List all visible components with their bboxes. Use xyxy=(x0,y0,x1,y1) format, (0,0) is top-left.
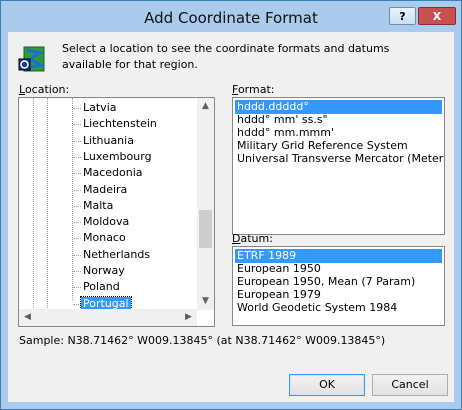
location-hscroll[interactable]: ◀ ▶ xyxy=(19,309,197,326)
scroll-right-arrow-icon[interactable]: ▶ xyxy=(180,309,197,326)
location-item[interactable]: Norway xyxy=(81,264,127,278)
location-item[interactable]: Netherlands xyxy=(81,248,152,262)
location-item[interactable]: Latvia xyxy=(81,101,119,115)
format-list[interactable]: hddd.ddddd° hddd° mm' ss.s" hddd° mm.mmm' M… xyxy=(232,97,445,235)
location-item[interactable]: Moldova xyxy=(81,215,131,229)
scroll-up-arrow-icon[interactable]: ▲ xyxy=(197,98,214,115)
close-button[interactable]: X xyxy=(418,7,456,25)
datum-label: Datum: xyxy=(232,232,273,245)
sample-text: Sample: N38.71462° W009.13845° (at N38.7… xyxy=(19,334,386,347)
datum-item[interactable]: European 1950, Mean (7 Param) xyxy=(235,275,442,289)
location-item[interactable]: Poland xyxy=(81,280,122,294)
location-item[interactable]: Luxembourg xyxy=(81,150,154,164)
format-item[interactable]: Universal Transverse Mercator (Meters) xyxy=(235,152,444,166)
datum-list[interactable]: ETRF 1989 European 1950 European 1950, Mea… xyxy=(232,246,445,326)
format-item[interactable]: hddd° mm.mmm' xyxy=(235,126,442,140)
intro-text: Select a location to see the coordinate … xyxy=(62,42,390,71)
datum-item[interactable]: World Geodetic System 1984 xyxy=(235,301,442,315)
ok-button[interactable]: OK xyxy=(289,374,365,396)
format-label: Format: xyxy=(232,83,275,96)
title-bar[interactable]: Add Coordinate Format ? X xyxy=(1,1,461,31)
format-item[interactable]: hddd.ddddd° xyxy=(235,100,442,114)
location-item[interactable]: Monaco xyxy=(81,231,128,245)
format-item[interactable]: hddd° mm' ss.s" xyxy=(235,113,442,127)
location-label: Location: xyxy=(19,83,70,96)
dialog-window: Add Coordinate Format ? X Select a locat… xyxy=(0,0,462,410)
location-item[interactable]: Malta xyxy=(81,199,115,213)
datum-item[interactable]: European 1979 xyxy=(235,288,442,302)
location-item[interactable]: Madeira xyxy=(81,183,129,197)
dialog-body: Select a location to see the coordinate … xyxy=(8,32,454,402)
globe-map-icon xyxy=(18,46,46,72)
location-item[interactable]: Macedonia xyxy=(81,166,145,180)
datum-item[interactable]: ETRF 1989 xyxy=(235,249,442,263)
location-item[interactable]: Lithuania xyxy=(81,134,136,148)
datum-item[interactable]: European 1950 xyxy=(235,262,442,276)
location-item[interactable]: Liechtenstein xyxy=(81,117,159,131)
location-vscroll[interactable]: ▲ ▼ xyxy=(197,98,214,310)
location-tree[interactable]: Latvia Liechtenstein Lithuania Luxembourg Ma… xyxy=(18,97,215,327)
scroll-thumb[interactable] xyxy=(199,210,212,248)
scroll-down-arrow-icon[interactable]: ▼ xyxy=(197,293,214,310)
help-button[interactable]: ? xyxy=(389,7,416,25)
cancel-button[interactable]: Cancel xyxy=(372,374,448,396)
format-item[interactable]: Military Grid Reference System xyxy=(235,139,442,153)
scroll-left-arrow-icon[interactable]: ◀ xyxy=(19,309,36,326)
